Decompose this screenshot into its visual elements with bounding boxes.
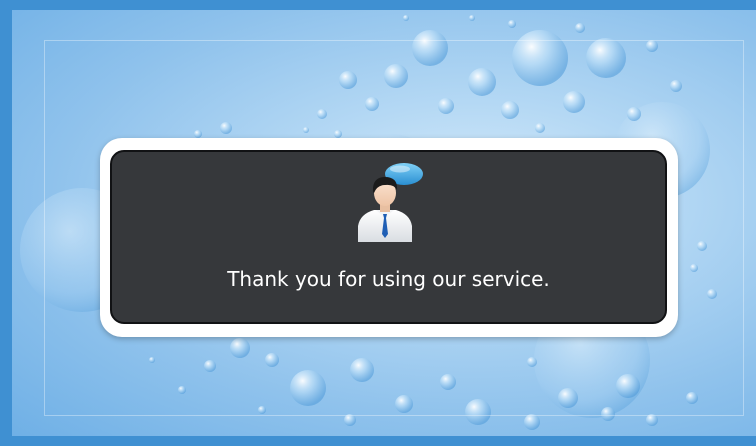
thank-you-message: Thank you for using our service. (227, 267, 550, 291)
atm-screen: Thank you for using our service. (0, 0, 756, 446)
customer-service-person-icon (358, 163, 423, 242)
